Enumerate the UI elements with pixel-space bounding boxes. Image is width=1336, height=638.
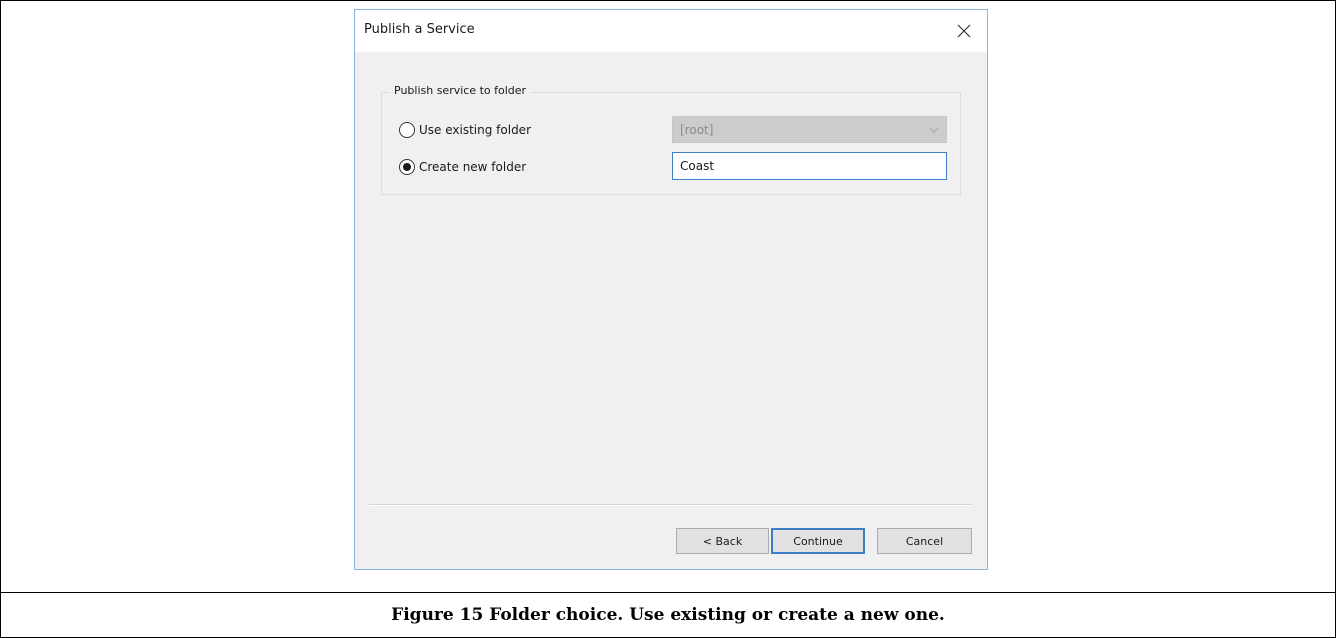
title-bar: Publish a Service [355,10,987,52]
groupbox-label: Publish service to folder [389,84,532,97]
create-new-folder-label: Create new folder [419,160,527,174]
use-existing-folder-label: Use existing folder [419,123,532,137]
existing-folder-value: [root] [680,122,714,137]
footer-separator [369,504,971,506]
figure-caption-box: Figure 15 Folder choice. Use existing or… [0,592,1336,638]
close-icon [957,24,971,38]
back-button[interactable]: < Back [676,528,769,554]
existing-folder-select[interactable]: [root] [672,116,947,143]
figure-caption: Figure 15 Folder choice. Use existing or… [391,605,945,625]
continue-button[interactable]: Continue [771,528,865,554]
publish-dialog: Publish a Service Publish service to fol… [354,9,988,570]
close-button[interactable] [949,16,979,46]
cancel-button[interactable]: Cancel [877,528,972,554]
radio-unchecked-icon[interactable] [399,122,415,138]
chevron-down-icon [929,127,939,133]
page: Publish a Service Publish service to fol… [0,0,1336,638]
radio-checked-icon[interactable] [399,159,415,175]
use-existing-folder-radio[interactable]: Use existing folder [399,122,531,138]
new-folder-input[interactable] [672,152,947,180]
create-new-folder-radio[interactable]: Create new folder [399,159,526,175]
dialog-title: Publish a Service [364,22,475,37]
